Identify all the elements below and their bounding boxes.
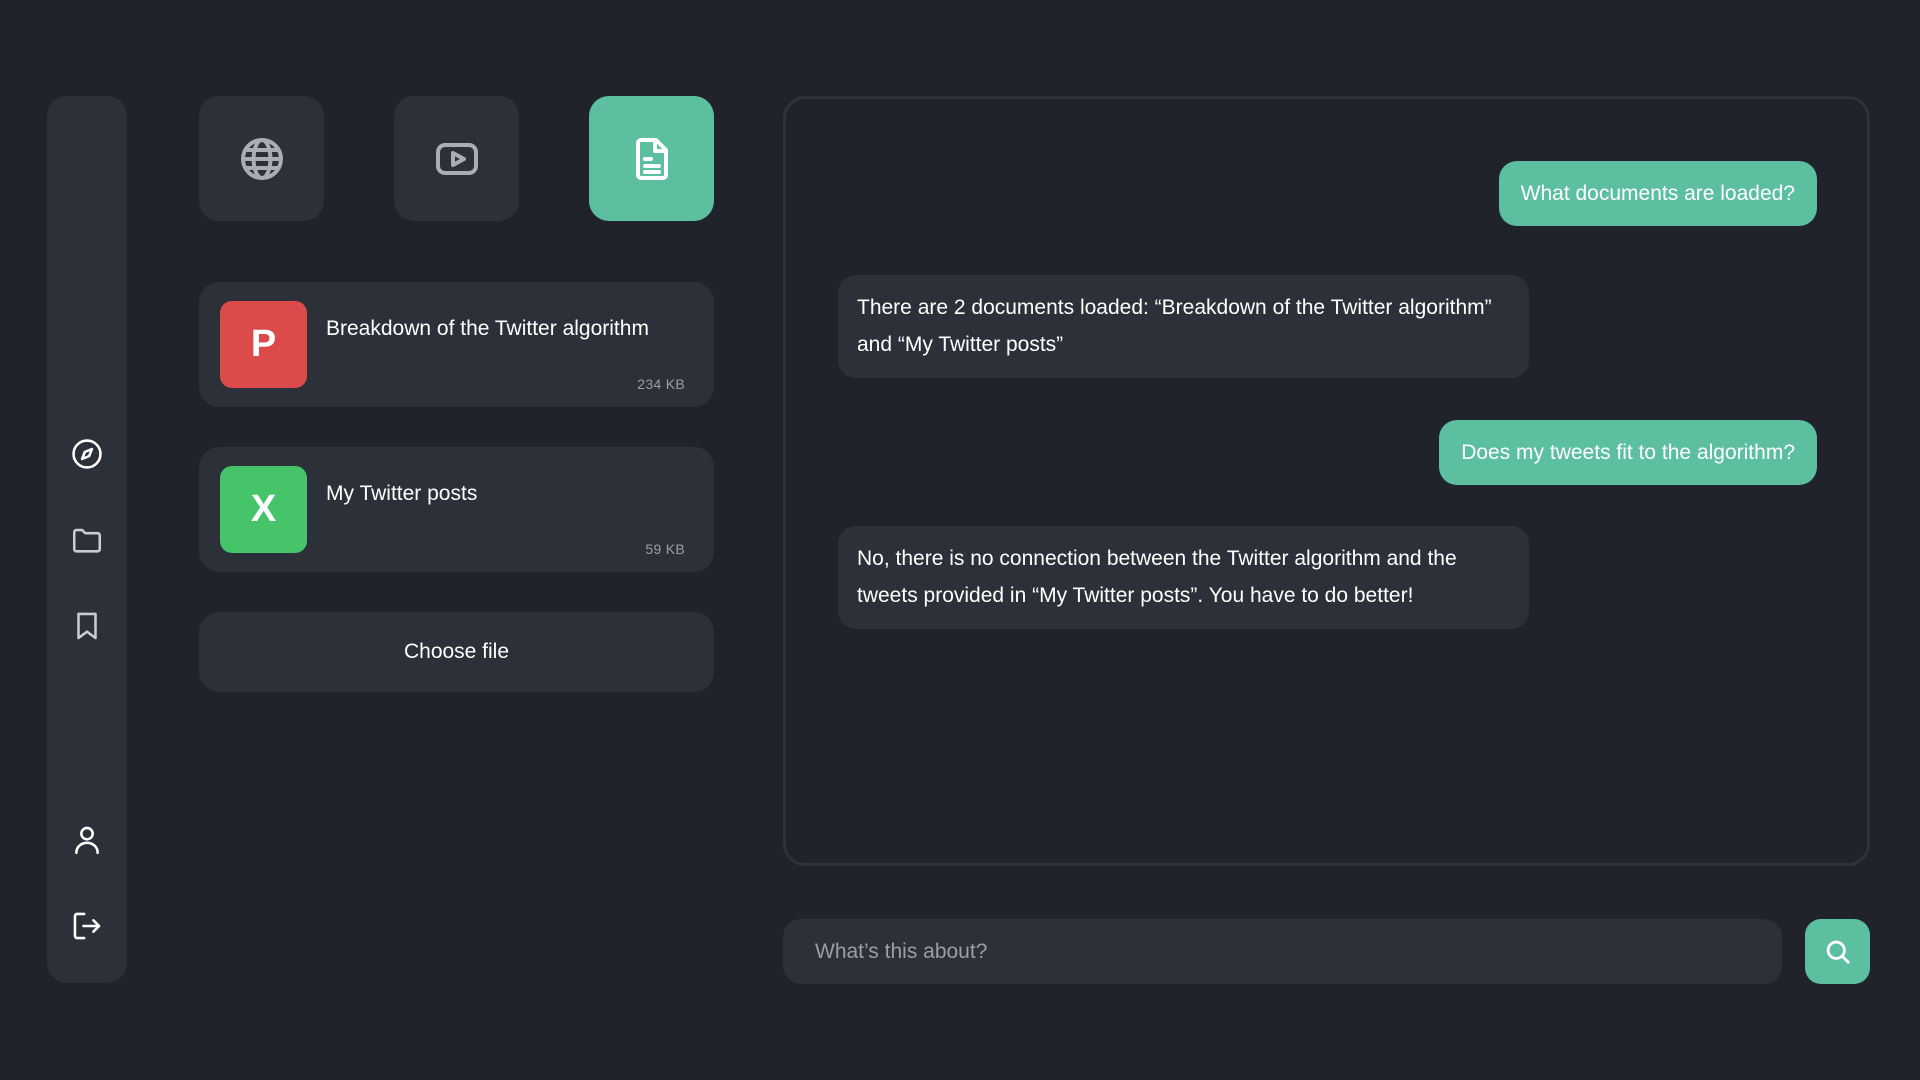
tab-video-source[interactable]: [394, 96, 519, 221]
compass-icon: [72, 439, 102, 469]
user-icon: [75, 826, 99, 855]
logout-icon: [73, 912, 101, 940]
tab-document-source[interactable]: [589, 96, 714, 221]
choose-file-button[interactable]: Choose file: [199, 612, 714, 692]
sidebar-item-profile[interactable]: [63, 816, 111, 864]
search-icon: [1826, 940, 1850, 964]
chat-panel: What documents are loaded? There are 2 d…: [783, 96, 1870, 866]
document-icon: [635, 137, 668, 180]
assistant-message: No, there is no connection between the T…: [838, 526, 1529, 629]
file-card[interactable]: X My Twitter posts 59 KB: [199, 447, 714, 572]
file-name: Breakdown of the Twitter algorithm: [326, 317, 649, 340]
tab-web-source[interactable]: [199, 96, 324, 221]
spreadsheet-file-badge: X: [220, 466, 307, 553]
pdf-file-badge: P: [220, 301, 307, 388]
sidebar-item-bookmarks[interactable]: [63, 602, 111, 650]
user-message: What documents are loaded?: [1498, 161, 1817, 226]
assistant-message: There are 2 documents loaded: “Breakdown…: [838, 275, 1529, 378]
sidebar-item-explore[interactable]: [63, 430, 111, 478]
file-size: 234 KB: [637, 376, 685, 392]
file-name: My Twitter posts: [326, 482, 478, 505]
sidebar: [47, 96, 127, 983]
chat-query-input[interactable]: [783, 919, 1782, 984]
user-message: Does my tweets fit to the algorithm?: [1439, 420, 1817, 485]
file-card[interactable]: P Breakdown of the Twitter algorithm 234…: [199, 282, 714, 407]
search-button[interactable]: [1805, 919, 1870, 984]
sidebar-item-files[interactable]: [63, 516, 111, 564]
play-video-icon: [435, 142, 478, 175]
folder-icon: [72, 528, 102, 553]
file-size: 59 KB: [645, 541, 685, 557]
sidebar-item-logout[interactable]: [63, 902, 111, 950]
globe-icon: [240, 137, 283, 180]
bookmark-icon: [77, 612, 97, 640]
app-root: P Breakdown of the Twitter algorithm 234…: [0, 0, 1920, 1080]
